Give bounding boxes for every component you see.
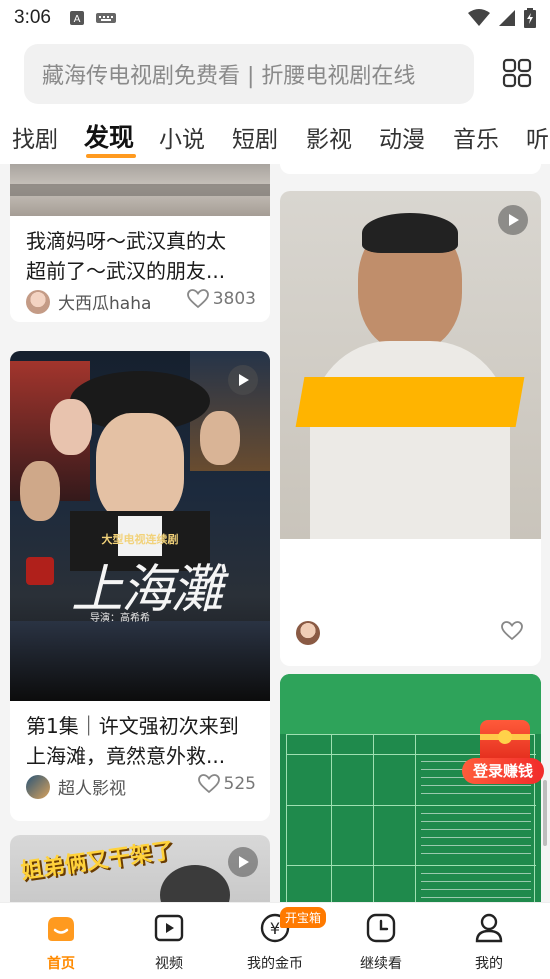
card-title: 第1集｜许文强初次来到 上海滩，竟然意外救... <box>26 714 239 768</box>
active-tab-indicator <box>86 154 136 158</box>
like-button[interactable]: 3803 <box>186 289 256 309</box>
scrollbar[interactable] <box>543 780 547 846</box>
feed-card[interactable]: 我滴妈呀～武汉真的太 超前了～武汉的朋友... 大西瓜haha 3803 <box>10 164 270 322</box>
poster-director: 导演：高希希 <box>90 613 150 624</box>
like-count: 3803 <box>212 289 256 309</box>
nav-label: 我的金币 <box>247 956 303 972</box>
battery-icon <box>524 8 536 28</box>
heart-icon <box>197 774 220 794</box>
play-icon <box>228 847 258 877</box>
card-thumbnail <box>10 164 270 216</box>
clock-icon <box>366 913 396 943</box>
tab-duanju[interactable]: 短剧 <box>232 120 278 154</box>
keyboard-icon <box>95 13 116 23</box>
tab-faxian[interactable]: 发现 <box>84 118 134 154</box>
avatar <box>26 774 50 799</box>
status-time: 3:06 <box>14 7 51 28</box>
nav-home[interactable]: 首页 <box>16 911 106 973</box>
card-author[interactable]: 大西瓜haha <box>26 289 151 314</box>
poster-subtitle: 大型电视连续剧 <box>101 533 179 546</box>
card-thumbnail <box>280 191 541 539</box>
treasure-badge[interactable]: 开宝箱 <box>280 907 327 928</box>
card-author[interactable] <box>296 621 328 645</box>
nav-label: 我的 <box>475 956 503 972</box>
video-icon <box>154 914 184 942</box>
category-tabs: 找剧 发现 小说 短剧 影视 动漫 音乐 听 <box>0 110 550 164</box>
nav-video[interactable]: 视频 <box>124 911 214 973</box>
nav-continue[interactable]: 继续看 <box>336 911 426 973</box>
search-placeholder: 藏海传电视剧免费看 | 折腰电视剧在线 <box>42 64 416 89</box>
nav-mine[interactable]: 我的 <box>444 911 534 973</box>
tab-xiaoshuo[interactable]: 小说 <box>159 120 205 154</box>
heart-icon <box>501 621 523 641</box>
heart-icon <box>186 289 209 309</box>
card-author[interactable]: 超人影视 <box>26 774 126 799</box>
search-area: 藏海传电视剧免费看 | 折腰电视剧在线 <box>0 36 550 110</box>
nav-label: 视频 <box>155 956 183 972</box>
wifi-icon <box>468 9 490 26</box>
play-icon <box>498 205 528 235</box>
tab-ting[interactable]: 听 <box>526 120 549 154</box>
feed-card[interactable]: 姐弟俩又干架了 <box>10 835 270 902</box>
tab-yinyue[interactable]: 音乐 <box>453 120 499 154</box>
author-name: 超人影视 <box>58 779 126 799</box>
avatar <box>296 621 320 645</box>
feed-card-top-fragment <box>280 164 541 174</box>
search-input[interactable]: 藏海传电视剧免费看 | 折腰电视剧在线 <box>24 44 474 104</box>
grid-icon[interactable] <box>502 58 532 88</box>
feed-card[interactable] <box>280 191 541 666</box>
home-icon <box>48 917 74 941</box>
author-name: 大西瓜haha <box>58 294 152 314</box>
bottom-nav: 首页 视频 ¥ 我的金币 继续看 我的 开宝箱 <box>0 902 550 979</box>
play-icon <box>228 365 258 395</box>
svg-text:¥: ¥ <box>270 919 280 938</box>
card-thumbnail: 大型电视连续剧 上海灘 导演：高希希 <box>10 351 270 701</box>
login-reward-label: 登录赚钱 <box>462 758 544 784</box>
nav-label: 首页 <box>47 956 75 972</box>
tab-yingshi[interactable]: 影视 <box>306 120 352 154</box>
nav-label: 继续看 <box>360 956 402 972</box>
tab-zhaoju[interactable]: 找剧 <box>12 120 58 154</box>
signal-icon <box>499 10 515 26</box>
a-badge-icon: A <box>69 11 84 25</box>
login-reward-button[interactable]: 登录赚钱 <box>462 720 544 790</box>
svg-text:A: A <box>74 14 81 25</box>
tab-dongman[interactable]: 动漫 <box>379 120 425 154</box>
like-count: 525 <box>223 774 256 794</box>
overlay-text: 姐弟俩又干架了 <box>19 838 176 885</box>
discover-feed[interactable]: 我滴妈呀～武汉真的太 超前了～武汉的朋友... 大西瓜haha 3803 大型电… <box>0 164 550 902</box>
feed-card[interactable]: 大型电视连续剧 上海灘 导演：高希希 第1集｜许文强初次来到 上海滩，竟然意外救… <box>10 351 270 821</box>
status-bar: 3:06 A <box>0 0 550 36</box>
like-button[interactable] <box>501 621 527 641</box>
card-title: 我滴妈呀～武汉真的太 超前了～武汉的朋友... <box>26 229 226 283</box>
like-button[interactable]: 525 <box>197 774 256 794</box>
avatar <box>26 289 50 314</box>
person-icon <box>475 913 503 943</box>
